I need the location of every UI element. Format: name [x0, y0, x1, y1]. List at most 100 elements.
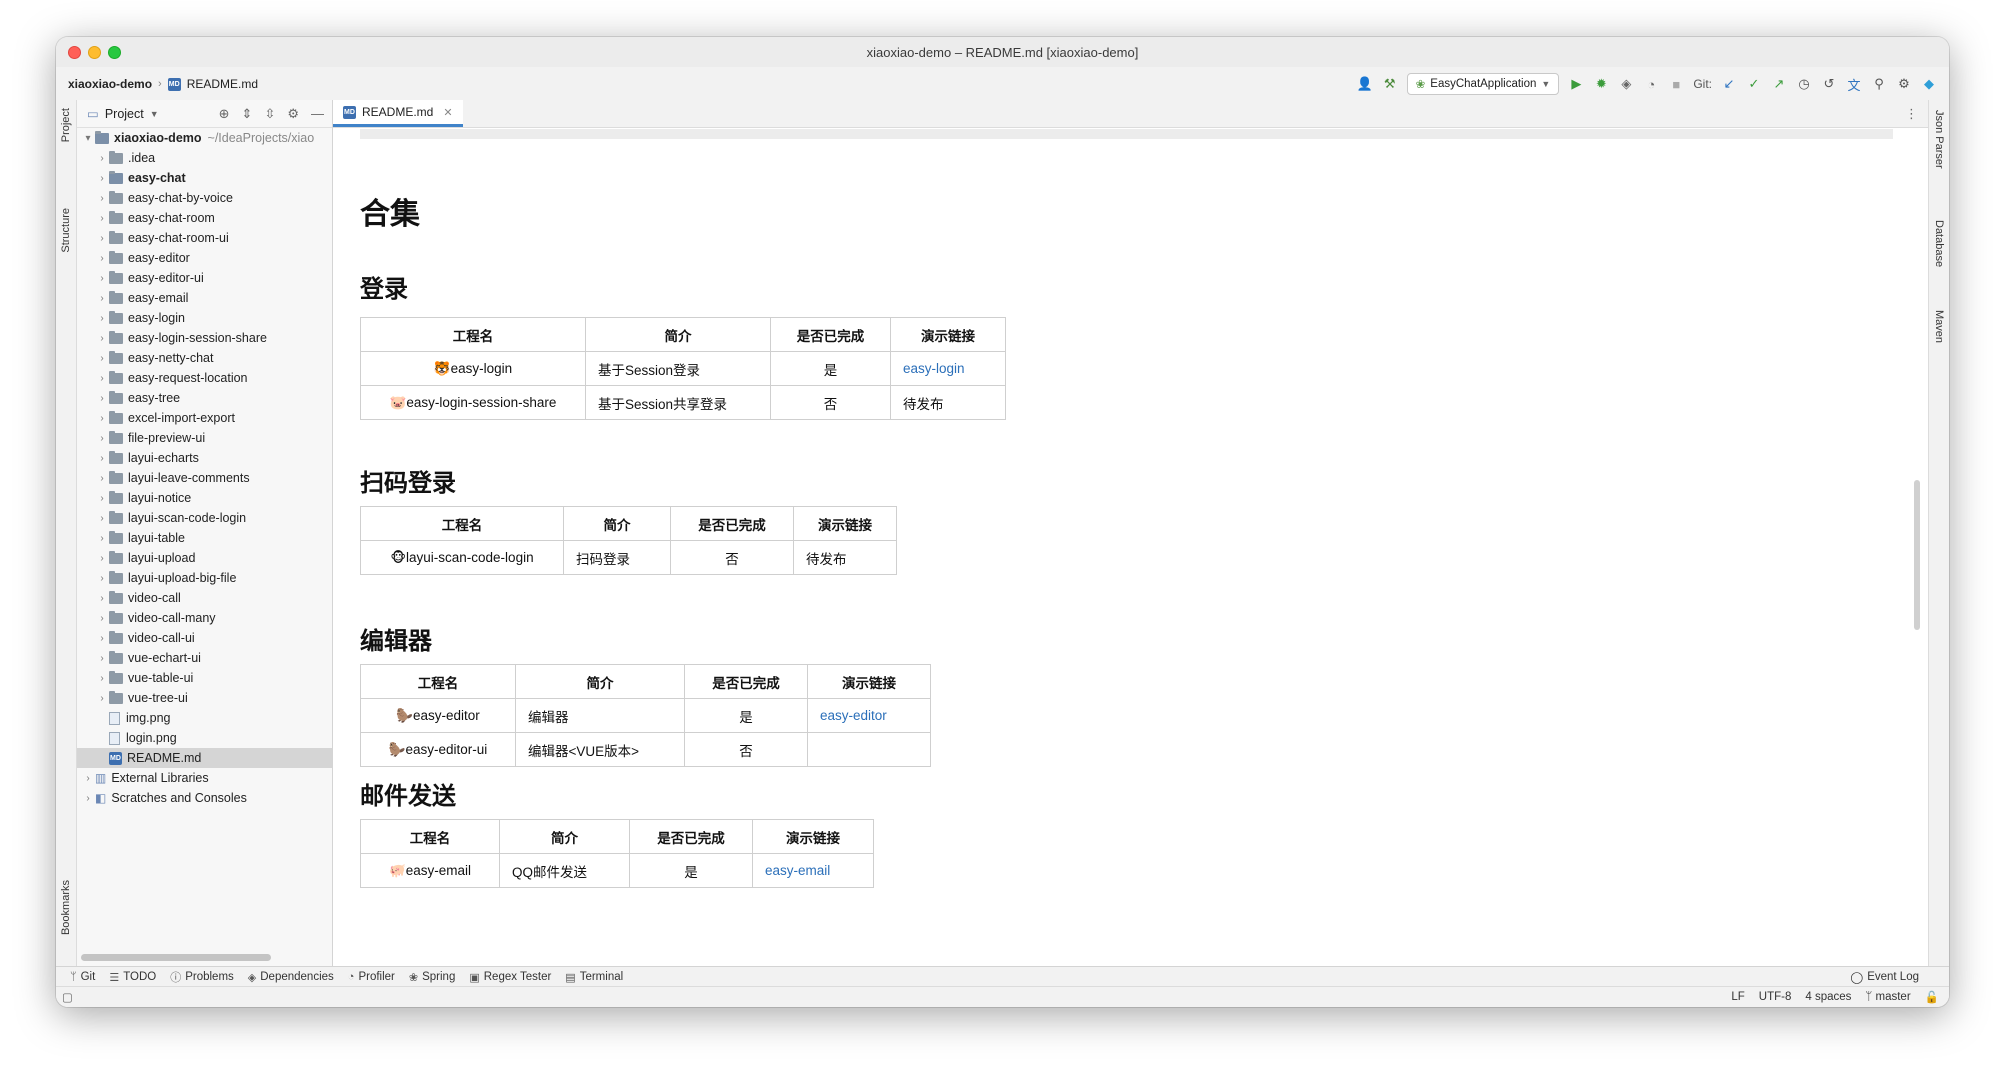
- tree-item[interactable]: login.png: [77, 728, 332, 748]
- chevron-right-icon[interactable]: ›: [95, 433, 109, 444]
- tree-item[interactable]: › layui-leave-comments: [77, 468, 332, 488]
- lock-icon[interactable]: 🔓: [1925, 990, 1939, 1004]
- chevron-down-icon[interactable]: ▾: [81, 133, 95, 144]
- chevron-right-icon[interactable]: ›: [95, 573, 109, 584]
- tree-item[interactable]: › easy-login-session-share: [77, 328, 332, 348]
- tree-item[interactable]: › vue-tree-ui: [77, 688, 332, 708]
- maven-tool-button[interactable]: Maven: [1933, 310, 1945, 343]
- close-icon[interactable]: ✕: [443, 106, 452, 119]
- chevron-right-icon[interactable]: ›: [95, 233, 109, 244]
- demo-link[interactable]: easy-login: [903, 361, 965, 376]
- plugin-icon[interactable]: ◆: [1921, 76, 1937, 92]
- chevron-right-icon[interactable]: ›: [95, 453, 109, 464]
- chevron-right-icon[interactable]: ›: [95, 153, 109, 164]
- tree-item[interactable]: › .idea: [77, 148, 332, 168]
- tree-item[interactable]: › layui-notice: [77, 488, 332, 508]
- hide-icon[interactable]: —: [311, 106, 324, 122]
- chevron-right-icon[interactable]: ›: [95, 653, 109, 664]
- line-separator[interactable]: LF: [1731, 991, 1744, 1003]
- horizontal-scrollbar[interactable]: [81, 954, 271, 961]
- chevron-right-icon[interactable]: ›: [95, 373, 109, 384]
- project-tool-button[interactable]: Project: [60, 108, 72, 142]
- tree-item[interactable]: › layui-upload: [77, 548, 332, 568]
- debug-icon[interactable]: ✹: [1593, 76, 1609, 92]
- stop-icon[interactable]: ■: [1668, 76, 1684, 92]
- tree-item[interactable]: › easy-chat-by-voice: [77, 188, 332, 208]
- tree-item[interactable]: › easy-tree: [77, 388, 332, 408]
- tree-item[interactable]: MD README.md: [77, 748, 332, 768]
- tree-item[interactable]: › easy-request-location: [77, 368, 332, 388]
- profile-icon[interactable]: ◔: [1643, 76, 1659, 92]
- tree-item[interactable]: › file-preview-ui: [77, 428, 332, 448]
- external-libraries-item[interactable]: › ▥ External Libraries: [77, 768, 332, 788]
- hammer-icon[interactable]: ⚒: [1382, 76, 1398, 92]
- chevron-right-icon[interactable]: ›: [95, 493, 109, 504]
- demo-link[interactable]: easy-editor: [820, 708, 887, 723]
- database-tool-button[interactable]: Database: [1933, 220, 1945, 267]
- tree-item[interactable]: › easy-chat-room: [77, 208, 332, 228]
- chevron-right-icon[interactable]: ›: [95, 293, 109, 304]
- history-icon[interactable]: ◷: [1796, 76, 1812, 92]
- coverage-icon[interactable]: ◈: [1618, 76, 1634, 92]
- chevron-right-icon[interactable]: ›: [95, 333, 109, 344]
- chevron-right-icon[interactable]: ›: [95, 593, 109, 604]
- chevron-down-icon[interactable]: ▼: [150, 109, 159, 119]
- chevron-right-icon[interactable]: ›: [81, 773, 95, 784]
- scratches-item[interactable]: › ◧ Scratches and Consoles: [77, 788, 332, 808]
- tree-item[interactable]: › easy-chat-room-ui: [77, 228, 332, 248]
- chevron-right-icon[interactable]: ›: [95, 193, 109, 204]
- chevron-right-icon[interactable]: ›: [95, 473, 109, 484]
- project-panel-title[interactable]: Project: [105, 107, 144, 121]
- tree-item[interactable]: › easy-editor: [77, 248, 332, 268]
- tool-window-todo[interactable]: ☰ TODO: [109, 971, 156, 984]
- tree-item[interactable]: › vue-echart-ui: [77, 648, 332, 668]
- chevron-right-icon[interactable]: ›: [95, 313, 109, 324]
- chevron-right-icon[interactable]: ›: [95, 613, 109, 624]
- tool-window-git[interactable]: ᛘ Git: [70, 971, 95, 983]
- more-icon[interactable]: ⋮: [1905, 106, 1918, 122]
- settings-icon[interactable]: ⚙: [1896, 76, 1912, 92]
- chevron-right-icon[interactable]: ›: [95, 513, 109, 524]
- layout-icon[interactable]: ▢: [62, 990, 73, 1004]
- chevron-right-icon[interactable]: ›: [95, 353, 109, 364]
- demo-link[interactable]: easy-email: [765, 863, 830, 878]
- chevron-right-icon[interactable]: ›: [95, 393, 109, 404]
- git-update-icon[interactable]: ↙: [1721, 76, 1737, 92]
- tool-window-spring[interactable]: ❀ Spring: [409, 971, 455, 984]
- chevron-right-icon[interactable]: ›: [95, 253, 109, 264]
- chevron-right-icon[interactable]: ›: [95, 553, 109, 564]
- rollback-icon[interactable]: ↺: [1821, 76, 1837, 92]
- chevron-right-icon[interactable]: ›: [81, 793, 95, 804]
- tool-window-regex-tester[interactable]: ▣ Regex Tester: [469, 971, 551, 984]
- run-configuration-select[interactable]: ❀ EasyChatApplication ▼: [1406, 73, 1560, 95]
- gear-icon[interactable]: ⚙: [287, 106, 299, 122]
- tree-item[interactable]: › video-call-many: [77, 608, 332, 628]
- tool-window-terminal[interactable]: ▤ Terminal: [565, 971, 623, 984]
- expand-all-icon[interactable]: ⇕: [242, 106, 253, 122]
- run-icon[interactable]: ▶: [1568, 76, 1584, 92]
- locate-icon[interactable]: ⊕: [219, 106, 230, 122]
- chevron-right-icon[interactable]: ›: [95, 633, 109, 644]
- tree-item[interactable]: › vue-table-ui: [77, 668, 332, 688]
- tab-readme[interactable]: MD README.md ✕: [333, 100, 463, 127]
- chevron-right-icon[interactable]: ›: [95, 413, 109, 424]
- tool-window-profiler[interactable]: ◔ Profiler: [348, 971, 395, 983]
- chevron-right-icon[interactable]: ›: [95, 273, 109, 284]
- tree-item[interactable]: › easy-login: [77, 308, 332, 328]
- tool-window-dependencies[interactable]: ◈ Dependencies: [248, 971, 334, 984]
- bookmarks-tool-button[interactable]: Bookmarks: [60, 880, 72, 935]
- chevron-right-icon[interactable]: ›: [95, 213, 109, 224]
- git-push-icon[interactable]: ↗: [1771, 76, 1787, 92]
- tree-item[interactable]: › easy-chat: [77, 168, 332, 188]
- json-parser-tool-button[interactable]: Json Parser: [1933, 110, 1945, 169]
- chevron-right-icon[interactable]: ›: [95, 173, 109, 184]
- tree-item[interactable]: › layui-scan-code-login: [77, 508, 332, 528]
- breadcrumb-project[interactable]: xiaoxiao-demo: [68, 77, 152, 91]
- tree-item[interactable]: › easy-editor-ui: [77, 268, 332, 288]
- tree-item[interactable]: img.png: [77, 708, 332, 728]
- git-commit-icon[interactable]: ✓: [1746, 76, 1762, 92]
- event-log-button[interactable]: ◯ Event Log: [1850, 970, 1919, 984]
- search-icon[interactable]: ⚲: [1871, 76, 1887, 92]
- tree-item[interactable]: › layui-echarts: [77, 448, 332, 468]
- chevron-right-icon[interactable]: ›: [95, 693, 109, 704]
